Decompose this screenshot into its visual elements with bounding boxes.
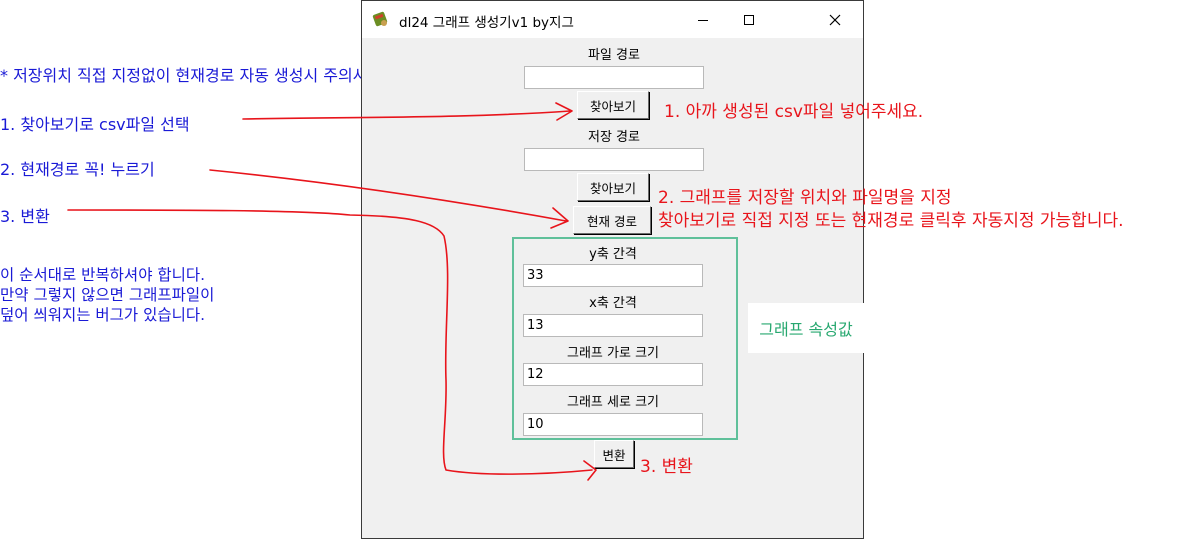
annotation-notes: 이 순서대로 반복하셔야 합니다. 만약 그렇지 않으면 그래프파일이 덮어 씌…	[0, 265, 214, 325]
x-interval-label: x축 간격	[589, 296, 637, 311]
graph-properties-group: y축 간격 x축 간격 그래프 가로 크기 그래프 세로 크기	[512, 237, 738, 440]
file-path-input[interactable]	[524, 66, 704, 89]
convert-button[interactable]: 변환	[594, 440, 634, 468]
y-interval-input[interactable]	[523, 264, 703, 287]
graph-width-label: 그래프 가로 크기	[567, 346, 659, 361]
save-path-label: 저장 경로	[588, 130, 640, 145]
graph-height-input[interactable]	[523, 413, 703, 436]
graph-width-input[interactable]	[523, 363, 703, 386]
y-interval-label: y축 간격	[589, 247, 637, 262]
browse-save-button[interactable]: 찾아보기	[577, 173, 649, 201]
current-path-button[interactable]: 현재 경로	[573, 206, 651, 234]
notes-line: 덮어 씌워지는 버그가 있습니다.	[0, 306, 206, 324]
annotation-red3: 3. 변환	[640, 457, 693, 477]
annotation-step1: 1. 찾아보기로 csv파일 선택	[0, 115, 190, 134]
graph-height-label: 그래프 세로 크기	[567, 395, 659, 410]
app-window: dl24 그래프 생성기v1 by지그 파일 경로 찾아보기 저장 경로 찾아보…	[361, 0, 864, 539]
file-path-label: 파일 경로	[588, 48, 640, 63]
notes-line: 이 순서대로 반복하셔야 합니다.	[0, 266, 206, 284]
window-title: dl24 그래프 생성기v1 by지그	[399, 15, 574, 31]
annotation-red1: 1. 아까 생성된 csv파일 넣어주세요.	[664, 102, 924, 122]
maximize-icon[interactable]	[726, 1, 772, 38]
graph-properties-caption: 그래프 속성값	[748, 303, 864, 353]
annotation-step2: 2. 현재경로 꼭! 누르기	[0, 160, 155, 179]
browse-file-button[interactable]: 찾아보기	[577, 91, 649, 119]
annotation-header: * 저장위치 직접 지정없이 현재경로 자동 생성시 주의사항 *	[0, 66, 396, 85]
annotation-red2-line2: 찾아보기로 직접 지정 또는 현재경로 클릭후 자동지정 가능합니다.	[658, 211, 1124, 231]
save-path-input[interactable]	[524, 148, 704, 171]
notes-line: 만약 그렇지 않으면 그래프파일이	[0, 286, 215, 304]
minimize-icon[interactable]	[680, 1, 726, 38]
x-interval-input[interactable]	[523, 314, 703, 337]
annotation-red2-line1: 2. 그래프를 저장할 위치와 파일명을 지정	[658, 188, 952, 208]
title-bar[interactable]: dl24 그래프 생성기v1 by지그	[362, 1, 863, 38]
app-icon	[372, 10, 390, 28]
annotation-step3: 3. 변환	[0, 207, 50, 226]
close-icon[interactable]	[812, 1, 858, 38]
